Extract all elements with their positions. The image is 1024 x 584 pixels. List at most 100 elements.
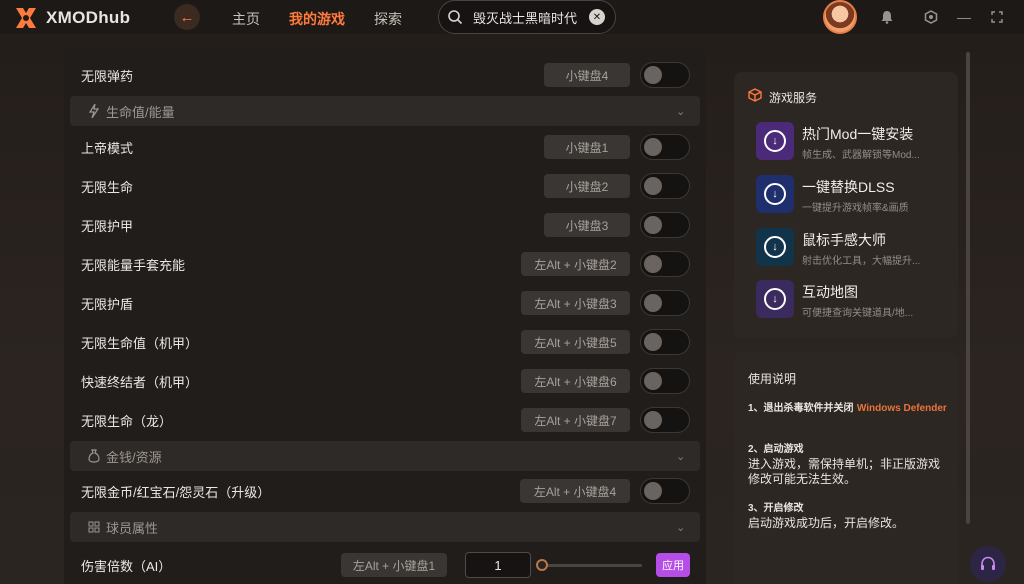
- section-header-player-attributes[interactable]: 球员属性 ⌄: [70, 512, 700, 542]
- hotkey-chip[interactable]: 左Alt + 小键盘1: [341, 553, 447, 577]
- step-heading: 3、开启修改: [748, 503, 804, 514]
- apply-button[interactable]: 应用: [656, 553, 690, 577]
- service-item-mod-install[interactable]: ↓ 热门Mod一键安装 帧生成、武器解锁等Mod...: [756, 118, 946, 162]
- multiplier-slider-track[interactable]: [538, 563, 642, 567]
- hotkey-chip[interactable]: 左Alt + 小键盘3: [521, 291, 630, 315]
- service-subtitle: 可便捷查询关键道具/地...: [802, 308, 914, 319]
- cheat-row: 无限生命值（机甲） 左Alt + 小键盘5: [70, 324, 700, 360]
- download-icon: ↓: [756, 228, 794, 266]
- scrollbar[interactable]: [966, 52, 970, 524]
- section-header-money[interactable]: 金钱/资源 ⌄: [70, 441, 700, 471]
- multiplier-input[interactable]: [465, 552, 531, 578]
- download-icon: ↓: [756, 122, 794, 160]
- grid-icon: [88, 520, 100, 534]
- headset-support-button[interactable]: [970, 546, 1006, 582]
- service-title: 互动地图: [802, 284, 858, 300]
- cheat-toggle[interactable]: [640, 62, 690, 88]
- avatar[interactable]: [823, 0, 857, 34]
- cheat-label: 无限护盾: [81, 296, 134, 312]
- hotkey-chip[interactable]: 小键盘2: [544, 174, 630, 198]
- cheat-toggle[interactable]: [640, 478, 690, 504]
- nav-my-games[interactable]: 我的游戏: [289, 9, 345, 29]
- cheat-row: 无限生命 小键盘2: [70, 168, 700, 204]
- services-title: 游戏服务: [769, 91, 818, 105]
- hotkey-chip[interactable]: 左Alt + 小键盘4: [520, 479, 630, 503]
- fullscreen-icon[interactable]: [988, 8, 1006, 26]
- section-label: 生命值/能量: [106, 104, 175, 120]
- search-icon: [448, 10, 463, 25]
- notification-bell-icon[interactable]: [878, 8, 896, 26]
- service-item-interactive-map[interactable]: ↓ 互动地图 可便捷查询关键道具/地...: [756, 276, 946, 320]
- cheat-label: 无限生命值（机甲）: [81, 335, 199, 351]
- cheat-row-damage-multiplier: 伤害倍数（AI） 左Alt + 小键盘1 应用: [70, 547, 700, 583]
- hotkey-chip[interactable]: 左Alt + 小键盘7: [521, 408, 630, 432]
- cheat-label: 无限能量手套充能: [81, 257, 186, 273]
- usage-step-3: 3、开启修改 启动游戏成功后，开启修改。: [748, 501, 948, 531]
- step-heading: 2、启动游戏: [748, 444, 804, 455]
- hotkey-chip[interactable]: 小键盘1: [544, 135, 630, 159]
- cheat-toggle[interactable]: [640, 407, 690, 433]
- service-title: 一键替换DLSS: [802, 179, 895, 195]
- hotkey-chip[interactable]: 小键盘3: [544, 213, 630, 237]
- hotkey-chip[interactable]: 左Alt + 小键盘6: [521, 369, 630, 393]
- cheat-row: 无限弹药 小键盘4: [70, 57, 700, 93]
- service-subtitle: 帧生成、武器解锁等Mod...: [802, 150, 920, 161]
- usage-step-1: 1、退出杀毒软件并关闭 Windows Defender: [748, 400, 948, 416]
- clear-search-icon[interactable]: ✕: [589, 9, 605, 25]
- cheat-row: 快速终结者（机甲） 左Alt + 小键盘6: [70, 363, 700, 399]
- cheat-toggle[interactable]: [640, 173, 690, 199]
- back-button[interactable]: ←: [174, 4, 200, 30]
- cheat-toggle[interactable]: [640, 212, 690, 238]
- app-logo[interactable]: XMODhub: [12, 4, 130, 32]
- chevron-down-icon: ⌄: [676, 105, 686, 118]
- cheat-row: 上帝模式 小键盘1: [70, 129, 700, 165]
- lightning-icon: [88, 104, 100, 118]
- step-heading: 1、退出杀毒软件并关闭: [748, 403, 854, 414]
- multiplier-slider-handle[interactable]: [536, 559, 548, 571]
- search-box: ✕: [438, 0, 616, 34]
- arrow-left-icon: ←: [179, 8, 195, 26]
- service-item-dlss[interactable]: ↓ 一键替换DLSS 一键提升游戏帧率&画质: [756, 171, 946, 215]
- section-label: 球员属性: [106, 520, 159, 536]
- download-icon: ↓: [756, 280, 794, 318]
- usage-instructions-card: 使用说明 1、退出杀毒软件并关闭 Windows Defender 2、启动游戏…: [734, 352, 958, 584]
- cheat-label: 上帝模式: [81, 140, 134, 156]
- step-body: 启动游戏成功后，开启修改。: [748, 516, 905, 530]
- hotkey-chip[interactable]: 左Alt + 小键盘5: [521, 330, 630, 354]
- nav-home[interactable]: 主页: [232, 9, 260, 29]
- usage-title: 使用说明: [748, 372, 797, 386]
- search-input[interactable]: [473, 9, 585, 25]
- cube-icon: [748, 88, 762, 107]
- cheat-row: 无限能量手套充能 左Alt + 小键盘2: [70, 246, 700, 282]
- nav-explore[interactable]: 探索: [374, 9, 402, 29]
- hotkey-chip[interactable]: 左Alt + 小键盘2: [521, 252, 630, 276]
- service-title: 热门Mod一键安装: [802, 126, 914, 142]
- logo-text: XMODhub: [46, 8, 131, 27]
- usage-step-2: 2、启动游戏 进入游戏，需保持单机；非正版游戏修改可能无法生效。: [748, 442, 948, 487]
- cheat-toggle[interactable]: [640, 134, 690, 160]
- section-label: 金钱/资源: [106, 449, 162, 465]
- cheat-label: 无限弹药: [81, 68, 134, 84]
- money-bag-icon: [88, 449, 100, 463]
- cheat-toggle[interactable]: [640, 290, 690, 316]
- minimize-icon[interactable]: —: [955, 8, 973, 26]
- service-item-mouse-master[interactable]: ↓ 鼠标手感大师 射击优化工具，大幅提升...: [756, 224, 946, 268]
- top-bar: XMODhub ← 主页 我的游戏 探索 ✕ —: [0, 0, 1024, 34]
- chevron-down-icon: ⌄: [676, 521, 686, 534]
- cheat-label: 无限生命: [81, 179, 134, 195]
- cheat-row: 无限生命（龙） 左Alt + 小键盘7: [70, 402, 700, 438]
- step-accent-text: Windows Defender: [856, 403, 947, 414]
- logo-icon: [16, 8, 36, 28]
- service-subtitle: 射击优化工具，大幅提升...: [802, 256, 921, 267]
- game-services-card: 游戏服务 ↓ 热门Mod一键安装 帧生成、武器解锁等Mod... ↓ 一键替换D…: [734, 72, 958, 338]
- cheat-toggle[interactable]: [640, 251, 690, 277]
- cheat-label: 无限生命（龙）: [81, 413, 173, 429]
- settings-gear-icon[interactable]: [922, 8, 940, 26]
- cheat-label: 快速终结者（机甲）: [81, 374, 199, 390]
- service-title: 鼠标手感大师: [802, 232, 886, 248]
- cheat-toggle[interactable]: [640, 368, 690, 394]
- section-header-health-energy[interactable]: 生命值/能量 ⌄: [70, 96, 700, 126]
- cheat-row: 无限护甲 小键盘3: [70, 207, 700, 243]
- cheat-toggle[interactable]: [640, 329, 690, 355]
- hotkey-chip[interactable]: 小键盘4: [544, 63, 630, 87]
